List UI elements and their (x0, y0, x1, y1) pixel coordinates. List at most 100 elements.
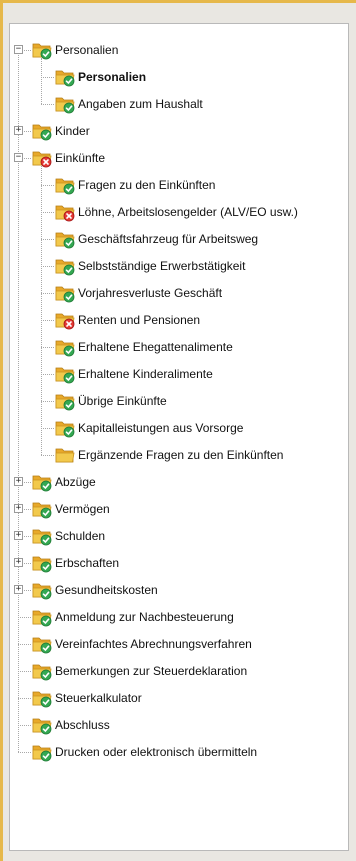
tree-connector (41, 292, 54, 294)
tree-node[interactable]: − Einkünfte (10, 144, 348, 171)
tree-node-label: Gesundheitskosten (55, 582, 158, 597)
folder-error-icon (32, 148, 52, 168)
tree-node[interactable]: Angaben zum Haushalt (10, 90, 348, 117)
tree-connector (41, 265, 54, 267)
tree-node-label: Erbschaften (55, 555, 120, 570)
tree-node-label: Löhne, Arbeitslosengelder (ALV/EO usw.) (78, 204, 298, 219)
folder-check-icon (55, 229, 75, 249)
tree-node-label: Selbstständige Erwerbstätigkeit (78, 258, 246, 273)
expand-icon[interactable]: + (14, 584, 23, 594)
folder-check-icon (55, 391, 75, 411)
window-frame: − Personalien Personalien Angaben zum Ha… (0, 0, 356, 861)
tree-node-label: Ergänzende Fragen zu den Einkünften (78, 447, 284, 462)
tree-connector (41, 211, 54, 213)
folder-check-icon (32, 607, 52, 627)
tree-node-label: Abschluss (55, 717, 110, 732)
folder-check-icon (32, 553, 52, 573)
tree-node[interactable]: Erhaltene Kinderalimente (10, 360, 348, 387)
folder-check-icon (55, 283, 75, 303)
tree-node-label: Vermögen (55, 501, 110, 516)
expand-icon[interactable]: + (14, 125, 23, 135)
tree-node[interactable]: Personalien (10, 63, 348, 90)
folder-check-icon (32, 715, 52, 735)
tree-connector (41, 373, 54, 375)
tree-node[interactable]: + Erbschaften (10, 549, 348, 576)
tree-node[interactable]: Steuerkalkulator (10, 684, 348, 711)
tree-node[interactable]: Bemerkungen zur Steuerdeklaration (10, 657, 348, 684)
folder-check-icon (32, 121, 52, 141)
folder-check-icon (32, 661, 52, 681)
tree-connector (18, 697, 31, 699)
tree-connector (18, 751, 31, 753)
tree-node[interactable]: Abschluss (10, 711, 348, 738)
folder-check-icon (32, 688, 52, 708)
expand-icon[interactable]: + (14, 557, 23, 567)
tree-node[interactable]: + Gesundheitskosten (10, 576, 348, 603)
tree-node[interactable]: Kapitalleistungen aus Vorsorge (10, 414, 348, 441)
tree-node-label: Erhaltene Kinderalimente (78, 366, 213, 381)
tree-node-label: Übrige Einkünfte (78, 393, 167, 408)
tree-node[interactable]: Ergänzende Fragen zu den Einkünften (10, 441, 348, 468)
tree-connector (41, 400, 54, 402)
tree-node[interactable]: + Schulden (10, 522, 348, 549)
collapse-icon[interactable]: − (14, 152, 23, 162)
tree-connector (41, 238, 54, 240)
tree-connector (41, 427, 54, 429)
tree-node[interactable]: Renten und Pensionen (10, 306, 348, 333)
folder-check-icon (32, 580, 52, 600)
tree-node[interactable]: Übrige Einkünfte (10, 387, 348, 414)
tree-node-label: Vorjahresverluste Geschäft (78, 285, 223, 300)
folder-error-icon (55, 310, 75, 330)
tree-node[interactable]: Vereinfachtes Abrechnungsverfahren (10, 630, 348, 657)
tree-connector (41, 319, 54, 321)
expand-icon[interactable]: + (14, 503, 23, 513)
tree-node-label: Vereinfachtes Abrechnungsverfahren (55, 636, 252, 651)
folder-check-icon (32, 742, 52, 762)
tree-node[interactable]: Geschäftsfahrzeug für Arbeitsweg (10, 225, 348, 252)
tree-node[interactable]: Drucken oder elektronisch übermitteln (10, 738, 348, 765)
tree-node-label: Kinder (55, 123, 90, 138)
folder-check-icon (32, 499, 52, 519)
tree-node[interactable]: Erhaltene Ehegattenalimente (10, 333, 348, 360)
tree-connector (18, 616, 31, 618)
tree-node-label: Drucken oder elektronisch übermitteln (55, 744, 258, 759)
tree-node-label: Erhaltene Ehegattenalimente (78, 339, 233, 354)
folder-error-icon (55, 202, 75, 222)
folder-check-icon (32, 40, 52, 60)
folder-check-icon (55, 337, 75, 357)
tree-node[interactable]: + Vermögen (10, 495, 348, 522)
folder-check-icon (55, 94, 75, 114)
collapse-icon[interactable]: − (14, 44, 23, 54)
tree-node-label: Angaben zum Haushalt (78, 96, 203, 111)
tree-node-label: Fragen zu den Einkünften (78, 177, 216, 192)
expand-icon[interactable]: + (14, 530, 23, 540)
tree-node-label: Personalien (78, 69, 147, 84)
tree-node-label: Steuerkalkulator (55, 690, 142, 705)
tree-node[interactable]: Anmeldung zur Nachbesteuerung (10, 603, 348, 630)
tree-node-label: Renten und Pensionen (78, 312, 201, 327)
tree-node-label: Personalien (55, 42, 119, 57)
tree-connector (41, 76, 54, 78)
tree-node[interactable]: + Kinder (10, 117, 348, 144)
tree-connector (18, 724, 31, 726)
tree-connector (41, 346, 54, 348)
tree-connector (18, 643, 31, 645)
tree-node[interactable]: + Abzüge (10, 468, 348, 495)
tree-node[interactable]: Fragen zu den Einkünften (10, 171, 348, 198)
tree-connector (41, 103, 54, 105)
tree-node-label: Geschäftsfahrzeug für Arbeitsweg (78, 231, 259, 246)
folder-check-icon (32, 634, 52, 654)
folder-icon (55, 445, 75, 465)
folder-check-icon (55, 418, 75, 438)
tree-node[interactable]: Löhne, Arbeitslosengelder (ALV/EO usw.) (10, 198, 348, 225)
expand-icon[interactable]: + (14, 476, 23, 486)
navigation-tree: − Personalien Personalien Angaben zum Ha… (10, 24, 348, 850)
folder-check-icon (55, 175, 75, 195)
tree-node[interactable]: Vorjahresverluste Geschäft (10, 279, 348, 306)
folder-check-icon (55, 256, 75, 276)
tree-node[interactable]: Selbstständige Erwerbstätigkeit (10, 252, 348, 279)
tree-node[interactable]: − Personalien (10, 36, 348, 63)
tree-node-label: Einkünfte (55, 150, 106, 165)
navigation-tree-panel: − Personalien Personalien Angaben zum Ha… (9, 23, 349, 851)
tree-node-label: Abzüge (55, 474, 96, 489)
